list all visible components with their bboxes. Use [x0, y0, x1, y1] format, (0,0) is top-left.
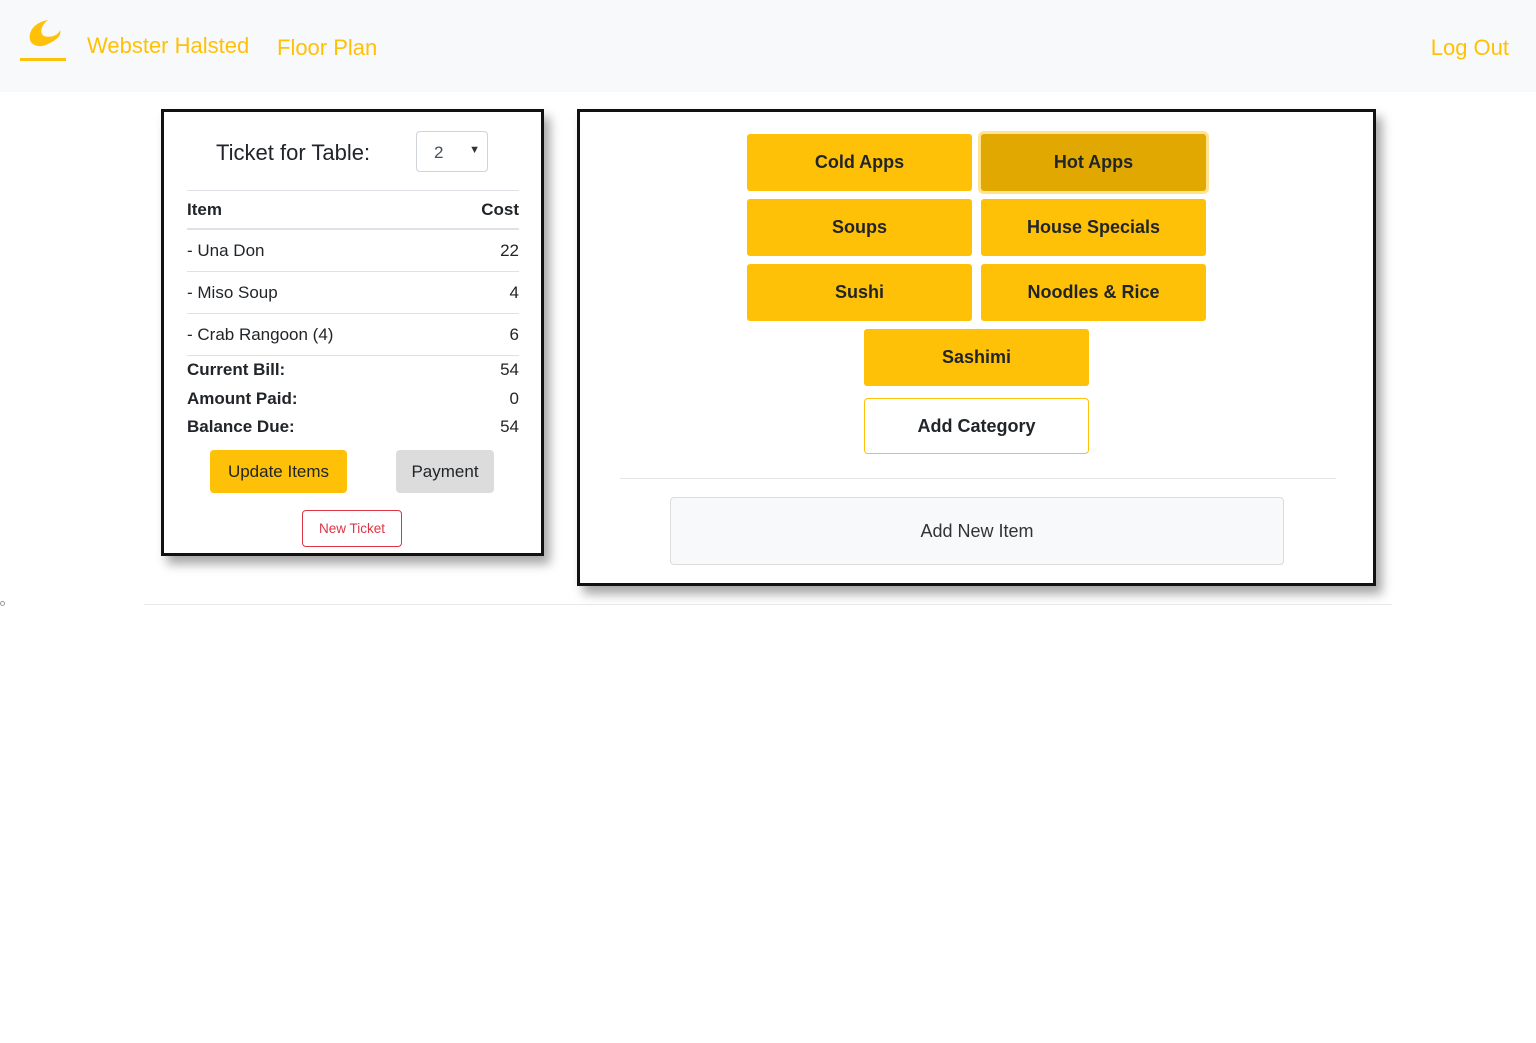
- summary-label: Current Bill:: [187, 360, 286, 379]
- item-cost: 22: [450, 229, 519, 272]
- add-category-button[interactable]: Add Category: [864, 398, 1089, 454]
- item-name: - Una Don: [187, 229, 451, 272]
- bill-summary: Current Bill: 54 Amount Paid: 0 Balance …: [187, 360, 519, 446]
- item-cost: 6: [450, 313, 519, 356]
- ticket-table-header: Item Cost: [187, 190, 519, 230]
- category-house-specials[interactable]: House Specials: [981, 199, 1206, 256]
- table-row: - Una Don 22: [187, 229, 519, 272]
- category-noodles-rice[interactable]: Noodles & Rice: [981, 264, 1206, 321]
- table-select[interactable]: 2 ▼: [416, 131, 488, 172]
- table-row: - Crab Rangoon (4) 6: [187, 313, 519, 356]
- category-sushi[interactable]: Sushi: [747, 264, 972, 321]
- summary-label: Amount Paid:: [187, 388, 298, 408]
- summary-value: 0: [509, 388, 519, 408]
- category-sashimi[interactable]: Sashimi: [864, 329, 1089, 386]
- add-new-item-button[interactable]: Add New Item: [670, 497, 1284, 565]
- summary-label: Balance Due:: [187, 417, 295, 436]
- flame-logo-icon[interactable]: [18, 16, 68, 64]
- page-divider: [144, 604, 1392, 605]
- summary-value: 54: [500, 417, 519, 436]
- column-header-item: Item: [187, 190, 451, 230]
- menu-card: Cold Apps Hot Apps Soups House Specials …: [577, 109, 1376, 586]
- category-soups[interactable]: Soups: [747, 199, 972, 256]
- ticket-card: Ticket for Table: 2 ▼ Item Cost - Una Do…: [161, 109, 544, 556]
- logout-link[interactable]: Log Out: [1431, 35, 1509, 61]
- new-ticket-button[interactable]: New Ticket: [302, 510, 402, 547]
- summary-balance-due: Balance Due: 54: [187, 417, 519, 446]
- table-select-value: 2: [434, 143, 444, 162]
- divider: [620, 478, 1336, 479]
- item-cost: 4: [450, 271, 519, 314]
- summary-current-bill: Current Bill: 54: [187, 360, 519, 389]
- navbar: Webster Halsted Floor Plan Log Out: [0, 0, 1536, 92]
- payment-button[interactable]: Payment: [396, 450, 494, 493]
- category-hot-apps[interactable]: Hot Apps: [981, 134, 1206, 191]
- dot-marker: [0, 601, 5, 606]
- summary-amount-paid: Amount Paid: 0: [187, 389, 519, 418]
- column-header-cost: Cost: [450, 190, 519, 230]
- summary-value: 54: [500, 360, 519, 379]
- ticket-table: Item Cost - Una Don 22 - Miso Soup 4 - C…: [187, 190, 519, 356]
- table-row: - Miso Soup 4: [187, 271, 519, 314]
- ticket-title: Ticket for Table:: [216, 140, 371, 165]
- caret-down-icon: ▼: [469, 144, 480, 156]
- item-name: - Crab Rangoon (4): [187, 313, 451, 356]
- item-name: - Miso Soup: [187, 271, 451, 314]
- brand-link[interactable]: Webster Halsted: [87, 33, 249, 59]
- nav-floor-plan[interactable]: Floor Plan: [277, 35, 377, 61]
- update-items-button[interactable]: Update Items: [210, 450, 347, 493]
- category-cold-apps[interactable]: Cold Apps: [747, 134, 972, 191]
